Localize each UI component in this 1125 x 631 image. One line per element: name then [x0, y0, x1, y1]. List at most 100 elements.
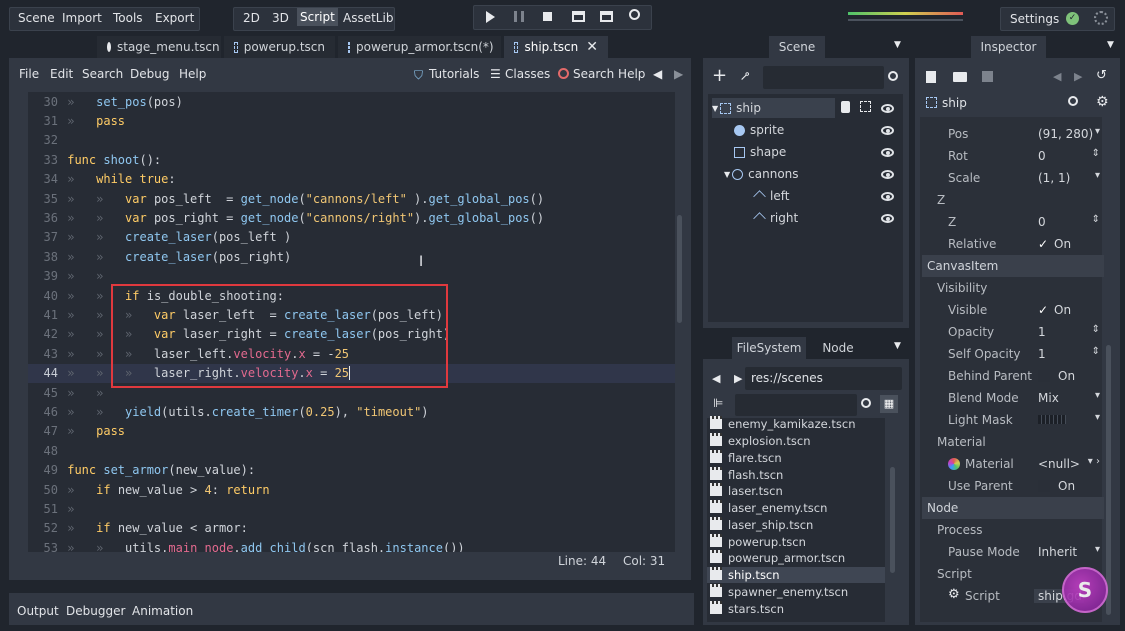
- dropdown-arrow-icon[interactable]: ▾: [1095, 412, 1100, 423]
- inspector-row-rot[interactable]: Rot 0 ⇕: [922, 145, 1104, 167]
- checkbox-unchecked-icon[interactable]: [1038, 480, 1050, 492]
- scene-node-sprite[interactable]: sprite: [724, 120, 784, 140]
- property-value[interactable]: ✓ On: [1038, 303, 1071, 317]
- code-line[interactable]: 35 » » var pos_left = get_node("cannons/…: [28, 189, 675, 208]
- file-item[interactable]: flash.tscn: [710, 466, 783, 483]
- script-menu-debug[interactable]: Debug: [130, 67, 169, 81]
- code-line[interactable]: 52 » if new_value < armor:: [28, 519, 675, 538]
- code-line[interactable]: 34 » while true:: [28, 170, 675, 189]
- dropdown-arrow-icon[interactable]: ▾: [1095, 126, 1100, 137]
- scene-node-left[interactable]: left: [744, 186, 789, 206]
- history-back-icon[interactable]: ◀: [1053, 70, 1061, 83]
- tab-powerup-armor[interactable]: powerup_armor.tscn(*): [338, 36, 501, 58]
- property-value[interactable]: 0: [1038, 215, 1046, 229]
- code-line[interactable]: 46 » » yield (utils. create_timer(0.25), "…: [28, 402, 675, 421]
- pause-icon[interactable]: [514, 11, 524, 22]
- file-item[interactable]: explosion.tscn: [710, 433, 811, 450]
- open-folder-icon[interactable]: [953, 72, 967, 82]
- property-value[interactable]: 1: [1038, 325, 1046, 339]
- fs-back-icon[interactable]: ◀: [712, 372, 720, 385]
- prev-script-icon[interactable]: ◀: [653, 67, 662, 81]
- inspector-row-scale[interactable]: Scale (1, 1) ▾: [922, 167, 1104, 189]
- settings-button[interactable]: Settings: [1010, 12, 1059, 26]
- scene-dock-menu-icon[interactable]: ▼: [894, 40, 901, 50]
- code-line[interactable]: 36 » » var pos_right = get_node("cannons…: [28, 208, 675, 227]
- code-line[interactable]: 51 »: [28, 499, 675, 518]
- file-item[interactable]: powerup.tscn: [710, 533, 806, 550]
- code-line[interactable]: 50 » if new_value > 4: return: [28, 480, 675, 499]
- inspector-row-relative[interactable]: Relative ✓ On: [922, 233, 1104, 255]
- code-line[interactable]: 30 » set_pos (pos): [28, 92, 675, 111]
- visibility-eye-icon[interactable]: [881, 104, 894, 113]
- checkbox-checked-icon[interactable]: ✓: [1038, 237, 1048, 251]
- tab-ship[interactable]: ship.tscn ✕: [504, 36, 608, 58]
- property-value[interactable]: ✓ On: [1038, 237, 1071, 251]
- light-mask-grid[interactable]: [1038, 415, 1066, 424]
- inspector-row-pos[interactable]: Pos (91, 280) ▾: [922, 123, 1104, 145]
- tab-filesystem[interactable]: FileSystem: [732, 337, 806, 359]
- code-line[interactable]: 53 » » utils. main_node. add_child (scn_fla…: [28, 538, 675, 552]
- inspector-row-light-mask[interactable]: Light Mask ▾: [922, 409, 1104, 431]
- workspace-assetlib[interactable]: AssetLib: [343, 11, 393, 25]
- tutorials-button[interactable]: Tutorials: [429, 67, 479, 81]
- tab-node[interactable]: Node: [810, 337, 866, 359]
- property-value[interactable]: [1038, 413, 1066, 427]
- fs-split-icon[interactable]: ⊫: [713, 396, 723, 410]
- inspector-row-pause-mode[interactable]: Pause Mode Inherit ▾: [922, 541, 1104, 563]
- property-value[interactable]: 0: [1038, 149, 1046, 163]
- scene-node-shape[interactable]: shape: [724, 142, 786, 162]
- file-item[interactable]: powerup_armor.tscn: [710, 550, 845, 567]
- property-value[interactable]: Mix: [1038, 391, 1059, 405]
- inspector-row-opacity[interactable]: Opacity 1 ⇕: [922, 321, 1104, 343]
- menu-export[interactable]: Export: [155, 11, 194, 25]
- next-script-icon[interactable]: ▶: [674, 67, 683, 81]
- group-icon[interactable]: [860, 101, 871, 112]
- workspace-script[interactable]: Script: [297, 8, 338, 26]
- add-node-icon[interactable]: +: [712, 67, 727, 85]
- visibility-eye-icon[interactable]: [881, 126, 894, 135]
- script-menu-help[interactable]: Help: [179, 67, 206, 81]
- classes-button[interactable]: Classes: [505, 67, 550, 81]
- spinner-arrows-icon[interactable]: ⇕: [1092, 346, 1100, 357]
- script-menu-search[interactable]: Search: [82, 67, 123, 81]
- menu-tools[interactable]: Tools: [113, 11, 143, 25]
- visibility-eye-icon[interactable]: [881, 170, 894, 179]
- code-line[interactable]: 48: [28, 441, 675, 460]
- visibility-eye-icon[interactable]: [881, 148, 894, 157]
- visibility-eye-icon[interactable]: [881, 214, 894, 223]
- code-line[interactable]: 47 » pass: [28, 422, 675, 441]
- inspector-row-use-parent[interactable]: Use Parent On: [922, 475, 1104, 497]
- file-item[interactable]: spawner_enemy.tscn: [710, 583, 848, 601]
- dropdown-arrow-icon[interactable]: ▾: [1095, 170, 1100, 181]
- file-item[interactable]: flare.tscn: [710, 449, 782, 467]
- expand-arrow-icon[interactable]: ▼: [712, 104, 718, 113]
- fs-forward-icon[interactable]: ▶: [734, 372, 742, 385]
- menu-import[interactable]: Import: [62, 11, 102, 25]
- code-line[interactable]: 38 » » create_laser (pos_right): [28, 247, 675, 266]
- inspector-row-blend-mode[interactable]: Blend Mode Mix ▾: [922, 387, 1104, 409]
- property-value[interactable]: <null>: [1038, 457, 1080, 471]
- fs-grid-icon[interactable]: ▦: [880, 395, 898, 413]
- tab-output[interactable]: Output: [17, 604, 59, 618]
- inspector-search-icon[interactable]: [1068, 96, 1078, 106]
- property-value[interactable]: Inherit: [1038, 545, 1077, 559]
- menu-scene[interactable]: Scene: [18, 11, 55, 25]
- visibility-eye-icon[interactable]: [881, 192, 894, 201]
- code-line[interactable]: 33 func shoot ():: [28, 150, 675, 169]
- workspace-2d[interactable]: 2D: [243, 11, 260, 25]
- play-scene-icon[interactable]: [572, 11, 585, 22]
- code-scrollbar[interactable]: [677, 215, 682, 323]
- file-item[interactable]: laser.tscn: [710, 483, 783, 500]
- inspector-row-visible[interactable]: Visible ✓ On: [922, 299, 1104, 321]
- inspector-menu-icon[interactable]: ▼: [1107, 40, 1114, 50]
- inspector-scrollbar[interactable]: [1106, 345, 1111, 615]
- scene-node-right[interactable]: right: [744, 208, 798, 228]
- property-value[interactable]: 1: [1038, 347, 1046, 361]
- dropdown-arrow-icon[interactable]: ▾: [1095, 390, 1100, 401]
- code-line[interactable]: 31 » pass: [28, 111, 675, 130]
- history-icon[interactable]: ↺: [1096, 68, 1107, 83]
- spinner-arrows-icon[interactable]: ⇕: [1092, 324, 1100, 335]
- scene-node-cannons[interactable]: ▼ cannons: [724, 164, 799, 184]
- spinner-arrows-icon[interactable]: ⇕: [1092, 214, 1100, 225]
- inspector-row-self-opacity[interactable]: Self Opacity 1 ⇕: [922, 343, 1104, 365]
